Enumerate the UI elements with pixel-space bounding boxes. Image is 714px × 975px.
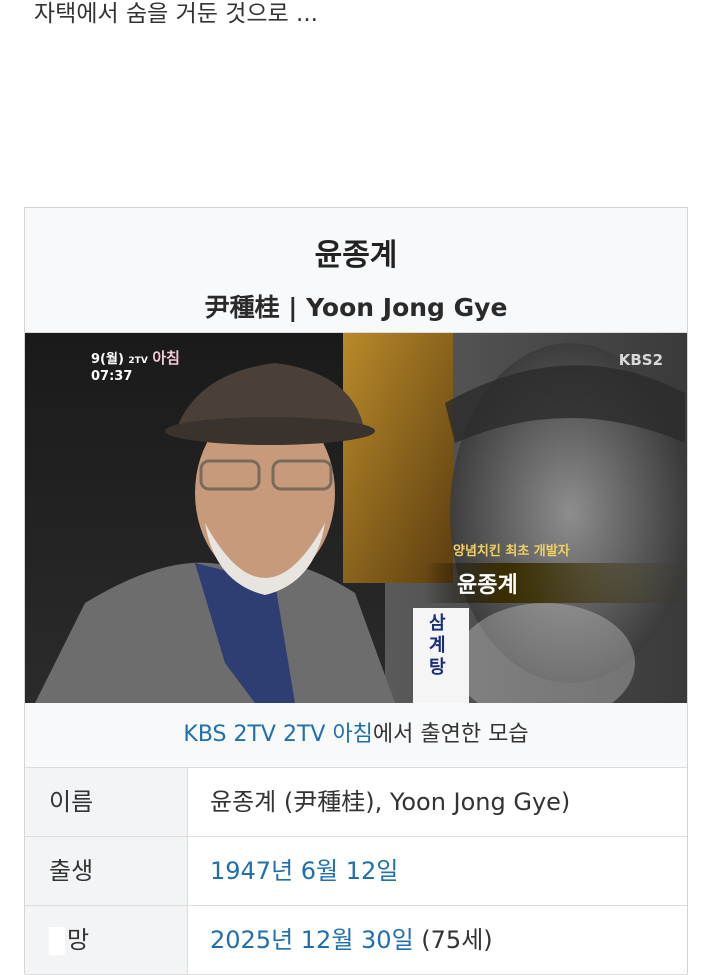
infobox-photo[interactable]: 9(월) 2TV 아침 07:37 KBS2 양념치킨 최초 개발자 윤종계 삼… (25, 333, 687, 703)
caption-link[interactable]: KBS 2TV 2TV 아침 (183, 722, 373, 747)
row-death: 망 2025년 12월 30일 (75세) (25, 906, 687, 975)
show-time: 07:37 (91, 369, 133, 384)
redaction-mark (49, 927, 65, 955)
broadcaster-logo: KBS2 (618, 351, 663, 369)
row-name: 이름 윤종계 (尹種桂), Yoon Jong Gye) (25, 768, 687, 837)
infobox-subtitle: 尹種桂 | Yoon Jong Gye (204, 293, 508, 322)
broadcast-still-image (25, 333, 687, 703)
show-date: 9(월) (91, 352, 124, 367)
row-value: 윤종계 (尹種桂), Yoon Jong Gye) (210, 788, 571, 816)
death-date-link[interactable]: 2025년 12월 30일 (210, 926, 414, 954)
intro-text: 자택에서 숨을 거둔 것으로 ... (34, 1, 318, 27)
row-value: 2025년 12월 30일 (75세) (188, 906, 687, 974)
overlay-name: 윤종계 (457, 573, 518, 598)
overlay-subtitle: 양념치킨 최초 개발자 (453, 544, 570, 559)
age-text: (75세) (413, 926, 493, 954)
caption-text: 에서 출연한 모습 (372, 722, 529, 747)
row-label: 이름 (25, 768, 188, 836)
row-label: 출생 (25, 837, 188, 905)
infobox: 윤종계 尹種桂 | Yoon Jong Gye 9(월) 2TV 아침 07:3… (24, 207, 688, 975)
row-value: 1947년 6월 12일 (188, 837, 687, 905)
infobox-header: 윤종계 尹種桂 | Yoon Jong Gye (25, 208, 687, 333)
birth-date-link[interactable]: 1947년 6월 12일 (210, 857, 398, 885)
row-label-text: 망 (67, 926, 90, 954)
photo-caption: KBS 2TV 2TV 아침에서 출연한 모습 (25, 703, 687, 768)
row-birth: 출생 1947년 6월 12일 (25, 837, 687, 906)
show-title: 아침 (152, 349, 180, 367)
row-label: 망 (25, 906, 188, 974)
show-channel: 2TV (128, 356, 148, 366)
shop-sign: 삼계탕 (429, 613, 446, 678)
infobox-title: 윤종계 (314, 238, 398, 273)
show-timestamp: 9(월) 2TV 아침 07:37 (91, 349, 180, 385)
